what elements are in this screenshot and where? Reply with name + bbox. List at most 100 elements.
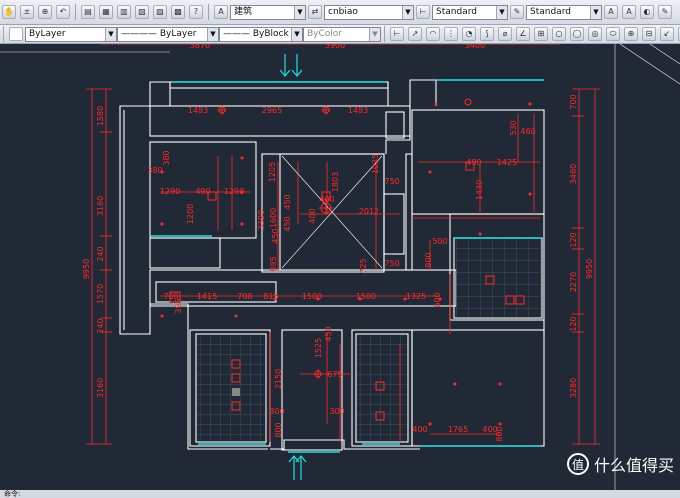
dim-label: 500 [432,237,447,246]
text-scale-icon[interactable]: A [622,5,636,19]
dim-label: 1415 [197,292,217,301]
dim-left-3: 240 [96,246,105,261]
plot-style-select[interactable]: ByColor ▼ [303,26,381,42]
dim-label: 675 [327,370,342,379]
quick-dim-icon[interactable]: ⊞ [534,27,548,41]
bathroom-tiles-2 [357,335,407,441]
dim-label: 450 [283,216,292,231]
drawing-canvas[interactable]: 5870 3900 5400 1580 3160 240 1570 240 31… [0,41,680,490]
dim-left-4: 1570 [96,284,105,304]
zoom-window-icon[interactable]: ⊕ [38,5,52,19]
dim-label: 800 [274,422,283,437]
dim-aligned-icon[interactable]: ↗ [408,27,422,41]
text-style-icon[interactable]: A [214,5,228,19]
dim-left-total: 9950 [82,259,91,279]
dim-label: 1200 [186,204,195,224]
dim-style-select[interactable]: Standard ▼ [432,4,508,20]
dim-label: 400 [412,425,427,434]
dim-label: 1483 [188,106,208,115]
dim-right-6: 3280 [569,378,578,398]
sheet-set-icon[interactable]: ▧ [135,5,149,19]
dim-right-1: 700 [569,94,578,109]
color-swatch-icon[interactable] [9,27,23,41]
dim-left-2: 3160 [96,196,105,216]
table-style-select[interactable]: Standard ▼ [526,4,602,20]
bathroom-tiles-1 [197,335,265,441]
dim-right-4: 2270 [569,272,578,292]
font-select[interactable]: cnbiao ▼ [324,4,414,20]
dim-label: 1430 [475,180,484,200]
dim-angular-icon[interactable]: ∠ [516,27,530,41]
dim-label: 2150 [274,369,283,389]
text-edit-icon[interactable]: ✎ [658,5,672,19]
dim-label: 1500 [302,292,322,301]
design-center-icon[interactable]: ▦ [99,5,113,19]
pan-icon[interactable]: ✋ [2,5,16,19]
dim-label: 750 [384,259,399,268]
dim-label: 725 [359,258,368,273]
dim-label: 300 [329,407,344,416]
dim-label: 490 [195,187,210,196]
dim-label: 450 [271,228,280,243]
dim-label: 530 [509,120,518,135]
help-icon[interactable]: ? [189,5,203,19]
dim-label: 1765 [448,425,468,434]
dim-right-3: 120 [569,232,578,247]
dim-arc-icon[interactable]: ◠ [426,27,440,41]
command-line[interactable]: 命令: [0,490,680,498]
kitchen-tiles [455,239,541,317]
tool-palettes-icon[interactable]: ▥ [117,5,131,19]
dim-label: 2965 [262,106,282,115]
dim-label: 815 [263,292,278,301]
dim-label: 395 [174,298,183,313]
font-icon[interactable]: ⇄ [308,5,322,19]
calculator-icon[interactable]: ▩ [171,5,185,19]
dim-diameter-icon[interactable]: ⌀ [498,27,512,41]
dim-label: 1483 [348,106,368,115]
dim-left-6: 3160 [96,378,105,398]
text-large-icon[interactable]: A [604,5,618,19]
dim-label: 750 [384,177,399,186]
ellipse-icon[interactable]: ⬭ [606,27,620,41]
dim-label: 600 [433,292,442,307]
tolerance-icon[interactable]: ⊟ [642,27,656,41]
circle-3p-icon[interactable]: ◎ [588,27,602,41]
dim-label: 400 [319,195,334,204]
zoom-previous-icon[interactable]: ↶ [56,5,70,19]
entrance-arrow-bottom [288,455,307,480]
standard-toolbar: ✋ ± ⊕ ↶ ▤ ▦ ▥ ▧ ▨ ▩ ? A 建筑 ▼ ⇄ cnbiao ▼ ⊢ … [0,0,680,25]
dim-label: 708 [237,292,252,301]
dim-label: 400 [308,208,317,223]
dim-label: 3390 [257,210,266,230]
dim-style-icon[interactable]: ⊢ [416,5,430,19]
markup-icon[interactable]: ▨ [153,5,167,19]
dim-label: 1525 [314,338,323,358]
command-prompt: 命令: [4,490,21,498]
text-style-select[interactable]: 建筑 ▼ [230,4,306,20]
vent-box [232,388,240,396]
dim-radius-icon[interactable]: ◔ [462,27,476,41]
leader-icon[interactable]: ↙ [660,27,674,41]
dim-ordinate-icon[interactable]: ⋮ [444,27,458,41]
center-mark-icon[interactable]: ⊕ [624,27,638,41]
dim-right-2: 3460 [569,164,578,184]
circle-2p-icon[interactable]: ◯ [570,27,584,41]
dim-jogged-icon[interactable]: ⟆ [480,27,494,41]
dim-label: 1290 [160,187,180,196]
table-style-icon[interactable]: ✎ [510,5,524,19]
zoom-realtime-icon[interactable]: ± [20,5,34,19]
lineweight-select[interactable]: ——— ByBlock ▼ [219,26,303,42]
watermark: 值 什么值得买 [566,452,674,476]
dim-label: 1425 [497,158,517,167]
dim-top-1: 5870 [190,44,210,50]
dim-label: 2012 [359,207,379,216]
linetype-select[interactable]: ———— ByLayer ▼ [117,26,219,42]
circle-icon[interactable]: ○ [552,27,566,41]
dim-linear-icon[interactable]: ⊢ [390,27,404,41]
dim-label: 380 [162,150,171,165]
layer-color-select[interactable]: ByLayer ▼ [25,26,117,42]
dim-label: 1325 [406,292,426,301]
properties-icon[interactable]: ▤ [81,5,95,19]
text-color-icon[interactable]: ◐ [640,5,654,19]
entrance-arrow-top [279,54,303,77]
